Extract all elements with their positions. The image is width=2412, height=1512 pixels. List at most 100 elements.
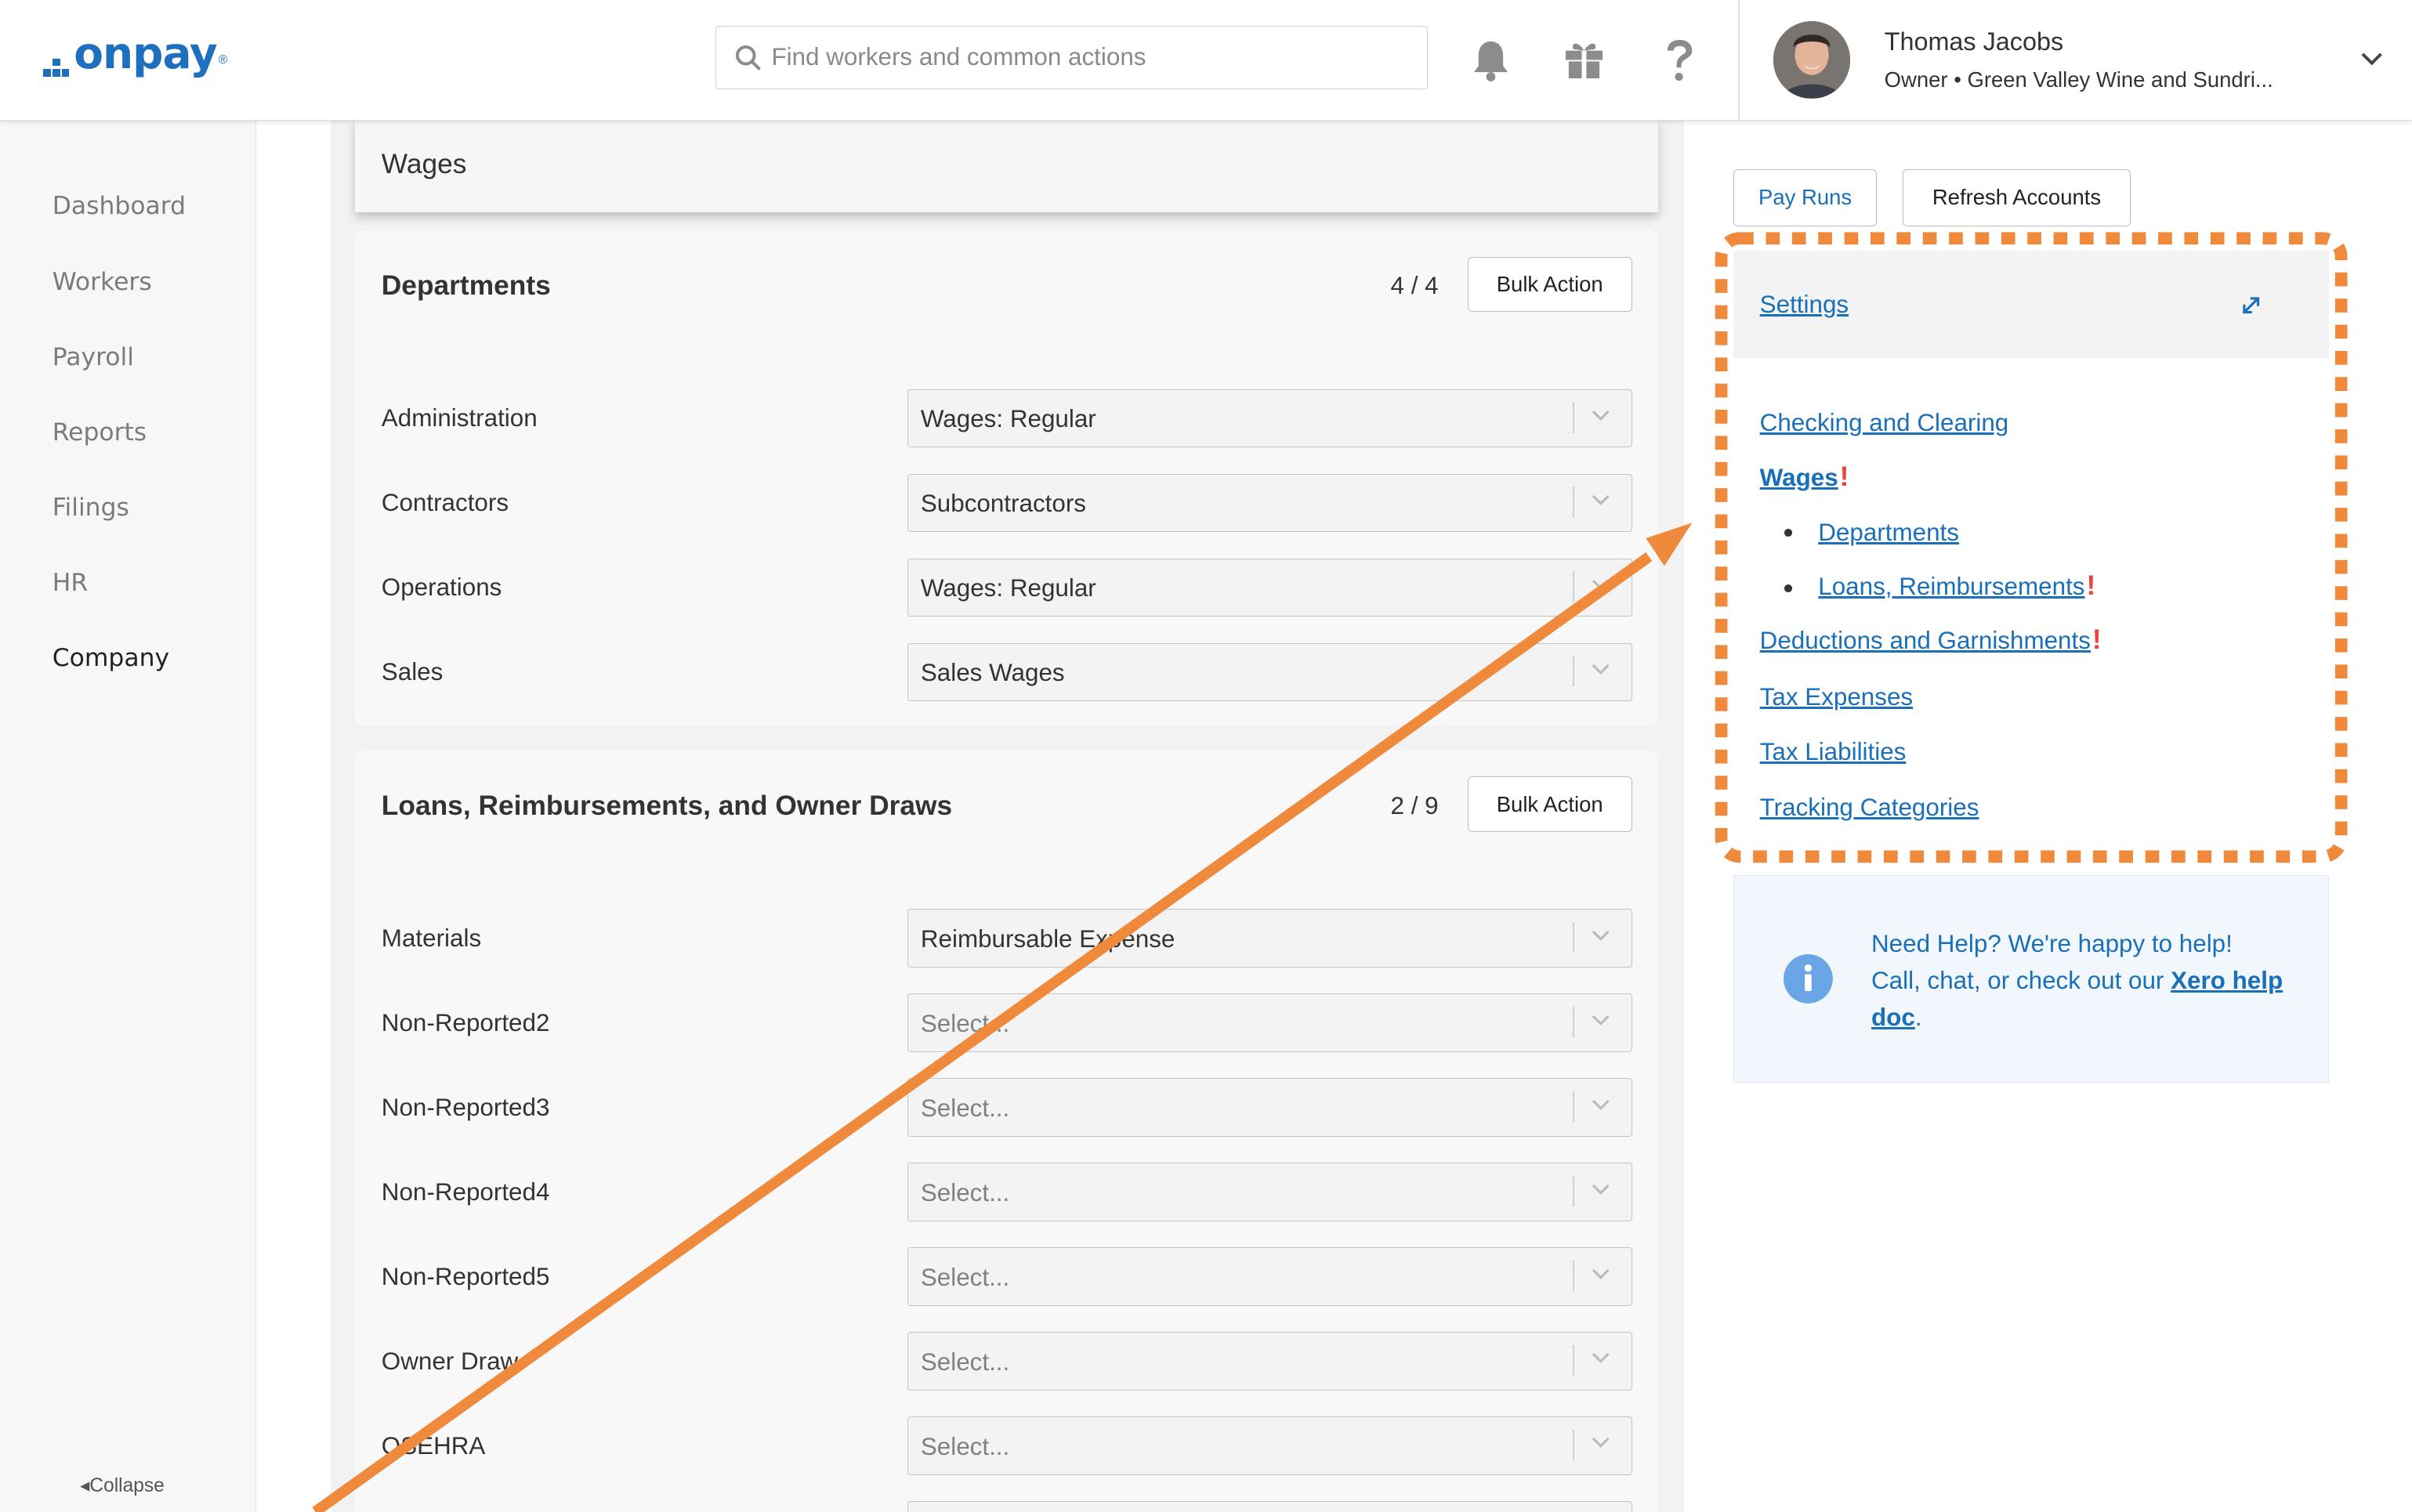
- departments-bulk-action-button[interactable]: Bulk Action: [1467, 256, 1632, 313]
- select-value: Select...: [920, 1263, 1010, 1291]
- loan-row-label: Owner Draw: [381, 1347, 519, 1375]
- departments-count: 4 / 4: [1390, 272, 1439, 300]
- loans-count: 2 / 9: [1390, 791, 1439, 819]
- bullet-icon: [1784, 584, 1792, 592]
- nav-link-tax-liabilities[interactable]: Tax Liabilities: [1760, 738, 1907, 766]
- sidebar-item-hr[interactable]: HR: [53, 569, 88, 597]
- chevron-left-icon: ◂: [80, 1474, 90, 1496]
- logo-mark-icon: [42, 49, 71, 78]
- select-separator: [1573, 1175, 1575, 1206]
- department-row-label: Operations: [381, 573, 502, 602]
- nav-link-tracking-categories[interactable]: Tracking Categories: [1760, 794, 1979, 822]
- nav-link-deductions[interactable]: Deductions and Garnishments: [1760, 627, 2091, 654]
- chevron-down-icon: [1592, 1184, 1610, 1195]
- help-line-1: Need Help? We're happy to help!: [1871, 929, 2233, 957]
- department-account-select[interactable]: Sales Wages: [907, 642, 1632, 702]
- loan-account-select[interactable]: Select...: [907, 1331, 1632, 1391]
- user-name: Thomas Jacobs: [1884, 27, 2064, 56]
- sidebar-item-company[interactable]: Company: [53, 644, 169, 672]
- department-row-label: Contractors: [381, 489, 509, 517]
- help-line-end: .: [1914, 1003, 1922, 1031]
- select-separator: [1573, 1260, 1575, 1291]
- loans-bulk-action-button[interactable]: Bulk Action: [1467, 776, 1632, 832]
- loan-account-select[interactable]: Select...: [907, 1416, 1632, 1475]
- chevron-down-icon: [1592, 410, 1610, 421]
- logo-registered-mark: ®: [218, 53, 228, 67]
- alert-icon: !: [2086, 570, 2096, 602]
- sidebar-item-payroll[interactable]: Payroll: [53, 343, 134, 371]
- collapse-label: Collapse: [89, 1474, 165, 1496]
- sidebar-item-reports[interactable]: Reports: [53, 418, 147, 447]
- select-separator: [1573, 571, 1575, 602]
- select-value: Select...: [920, 1178, 1010, 1206]
- loan-row-label: Non-Reported2: [381, 1008, 550, 1036]
- departments-card: Departments 4 / 4 Bulk Action Administra…: [355, 230, 1659, 726]
- bell-icon[interactable]: [1469, 37, 1512, 83]
- search-box[interactable]: [715, 26, 1428, 89]
- select-separator: [1573, 656, 1575, 687]
- alert-icon: !: [1839, 461, 1849, 492]
- loan-row-label: Non-Reported4: [381, 1177, 550, 1206]
- select-value: Select...: [920, 1094, 1010, 1122]
- department-row-label: Sales: [381, 658, 444, 686]
- loan-account-select[interactable]: Select...: [907, 1078, 1632, 1137]
- select-separator: [1573, 1006, 1575, 1038]
- alert-icon: !: [2091, 624, 2102, 655]
- chevron-down-icon[interactable]: [2359, 49, 2384, 68]
- chevron-down-icon: [1592, 930, 1610, 941]
- wages-section-title: Wages: [381, 149, 467, 180]
- department-account-select[interactable]: Subcontractors: [907, 473, 1632, 533]
- loans-card: Loans, Reimbursements, and Owner Draws 2…: [355, 750, 1659, 1512]
- bullet-icon: [1784, 529, 1792, 537]
- chevron-down-icon: [1592, 494, 1610, 506]
- wages-section-header: Wages: [355, 120, 1659, 212]
- gift-icon[interactable]: [1563, 37, 1606, 80]
- department-account-select[interactable]: Wages: Regular: [907, 558, 1632, 617]
- help-icon[interactable]: [1661, 37, 1698, 83]
- loan-account-select[interactable]: Select...: [907, 1163, 1632, 1221]
- chevron-down-icon: [1592, 1438, 1610, 1449]
- nav-item-wages: Wages!: [1760, 461, 1849, 493]
- avatar[interactable]: [1773, 21, 1851, 99]
- chevron-down-icon: [1592, 579, 1610, 591]
- department-account-select[interactable]: Wages: Regular: [907, 389, 1632, 448]
- onpay-logo[interactable]: onpay ®: [42, 28, 228, 79]
- sidebar-item-filings[interactable]: Filings: [53, 494, 129, 522]
- loan-account-select-partial[interactable]: [907, 1500, 1632, 1512]
- loan-row-label: Non-Reported3: [381, 1093, 550, 1121]
- nav-item-loans: Loans, Reimbursements!: [1818, 570, 2095, 602]
- loans-title: Loans, Reimbursements, and Owner Draws: [381, 790, 953, 821]
- departments-title: Departments: [381, 270, 551, 302]
- collapse-button[interactable]: ◂Collapse: [80, 1474, 165, 1497]
- nav-link-loans[interactable]: Loans, Reimbursements: [1818, 573, 2084, 600]
- sidebar-item-dashboard[interactable]: Dashboard: [53, 192, 186, 220]
- nav-link-wages[interactable]: Wages: [1760, 464, 1838, 491]
- nav-link-checking-clearing[interactable]: Checking and Clearing: [1760, 409, 2009, 437]
- select-separator: [1573, 1091, 1575, 1122]
- nav-link-tax-expenses[interactable]: Tax Expenses: [1760, 683, 1913, 711]
- select-value: Select...: [920, 1009, 1010, 1037]
- refresh-accounts-button[interactable]: Refresh Accounts: [1903, 168, 2131, 226]
- select-value: Select...: [920, 1432, 1010, 1460]
- select-value: Wages: Regular: [920, 405, 1096, 433]
- select-separator: [1573, 402, 1575, 433]
- search-input[interactable]: [771, 27, 1403, 87]
- department-row-label: Administration: [381, 404, 538, 432]
- sidebar-item-workers[interactable]: Workers: [53, 268, 152, 296]
- help-text: Need Help? We're happy to help! Call, ch…: [1871, 925, 2287, 1036]
- loan-account-select[interactable]: Select...: [907, 1246, 1632, 1306]
- help-box: Need Help? We're happy to help! Call, ch…: [1733, 874, 2329, 1083]
- loan-row-label: Non-Reported5: [381, 1262, 550, 1290]
- user-role: Owner • Green Valley Wine and Sundri...: [1884, 67, 2273, 92]
- logo-text: onpay: [74, 28, 218, 79]
- settings-link[interactable]: Settings: [1760, 291, 1849, 319]
- select-separator: [1573, 1429, 1575, 1460]
- loan-account-select[interactable]: Reimbursable Expense: [907, 909, 1632, 968]
- nav-link-departments[interactable]: Departments: [1818, 519, 1959, 547]
- info-icon: [1784, 954, 1833, 1004]
- loan-account-select[interactable]: Select...: [907, 993, 1632, 1052]
- select-value: Wages: Regular: [920, 574, 1096, 602]
- select-separator: [1573, 1344, 1575, 1376]
- expand-icon[interactable]: [2240, 294, 2262, 317]
- pay-runs-button[interactable]: Pay Runs: [1733, 168, 1877, 226]
